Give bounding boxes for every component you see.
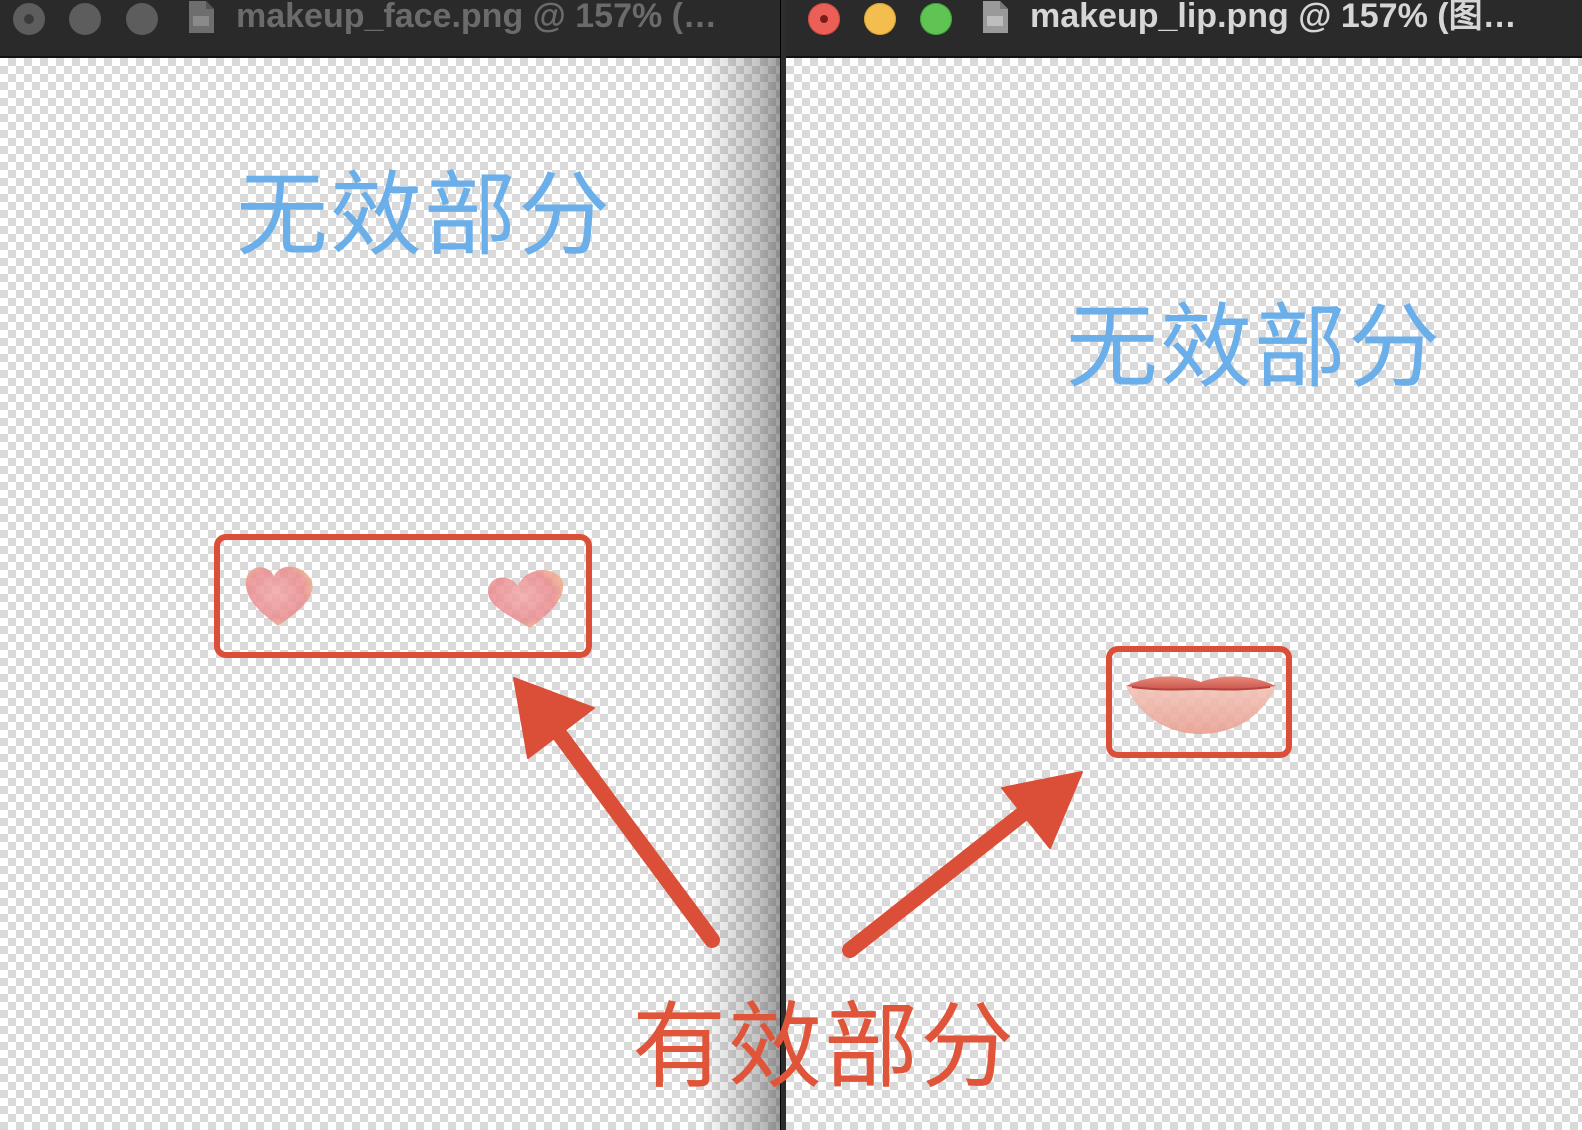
minimize-button[interactable] (864, 3, 896, 35)
window-title: makeup_face.png @ 157% (… (236, 0, 717, 35)
png-file-icon (189, 1, 214, 33)
valid-area-label: 有效部分 (632, 993, 1017, 1102)
window-title: makeup_lip.png @ 157% (图… (1030, 0, 1517, 35)
close-button[interactable] (13, 3, 45, 35)
canvas-edge-shadow (700, 58, 782, 1130)
valid-area-box (214, 534, 592, 658)
minimize-button[interactable] (69, 3, 101, 35)
zoom-button[interactable] (920, 3, 952, 35)
close-button[interactable] (808, 3, 840, 35)
valid-area-box (1106, 646, 1292, 758)
lip-window-titlebar[interactable]: makeup_lip.png @ 157% (图… (786, 0, 1582, 58)
screen: makeup_face.png @ 157% (… 无效部分 makeup_li… (0, 0, 1582, 1130)
invalid-area-label: 无效部分 (236, 162, 613, 269)
invalid-area-label: 无效部分 (1066, 294, 1443, 401)
zoom-button[interactable] (126, 3, 158, 35)
transparent-canvas[interactable] (786, 58, 1582, 1130)
face-window-titlebar[interactable]: makeup_face.png @ 157% (… (0, 0, 782, 58)
lip-image-window: makeup_lip.png @ 157% (图… 无效部分 (786, 0, 1582, 1130)
png-file-icon (983, 1, 1008, 33)
